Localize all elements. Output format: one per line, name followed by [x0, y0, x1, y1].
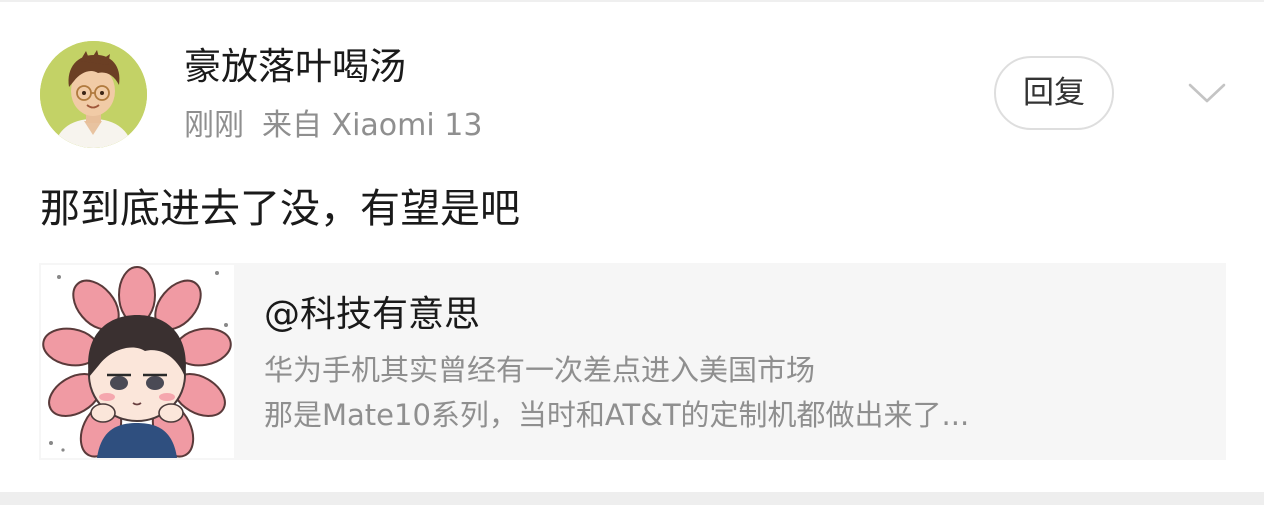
bottom-divider: [0, 492, 1264, 505]
quoted-post-thumbnail: [41, 265, 234, 458]
chevron-down-icon[interactable]: [1186, 78, 1228, 108]
comment-author[interactable]: 豪放落叶喝汤: [184, 44, 406, 90]
comment-time: 刚刚: [184, 108, 244, 143]
quoted-post-excerpt-line-1: 华为手机其实曾经有一次差点进入美国市场: [264, 353, 816, 387]
reply-button[interactable]: 回复: [994, 56, 1114, 130]
avatar[interactable]: [40, 41, 147, 148]
quoted-post-card[interactable]: @科技有意思 华为手机其实曾经有一次差点进入美国市场 那是Mate10系列，当时…: [39, 263, 1226, 460]
quoted-post-author[interactable]: @科技有意思: [264, 292, 480, 338]
comment-meta: 刚刚 来自 Xiaomi 13: [184, 106, 482, 146]
quoted-post-excerpt-line-2: 那是Mate10系列，当时和AT&T的定制机都做出来了...: [264, 398, 970, 432]
comment-source: 来自 Xiaomi 13: [262, 108, 483, 143]
avatar-illustration: [40, 41, 147, 148]
comment-text: 那到底进去了没，有望是吧: [40, 186, 520, 232]
top-divider: [0, 0, 1264, 2]
